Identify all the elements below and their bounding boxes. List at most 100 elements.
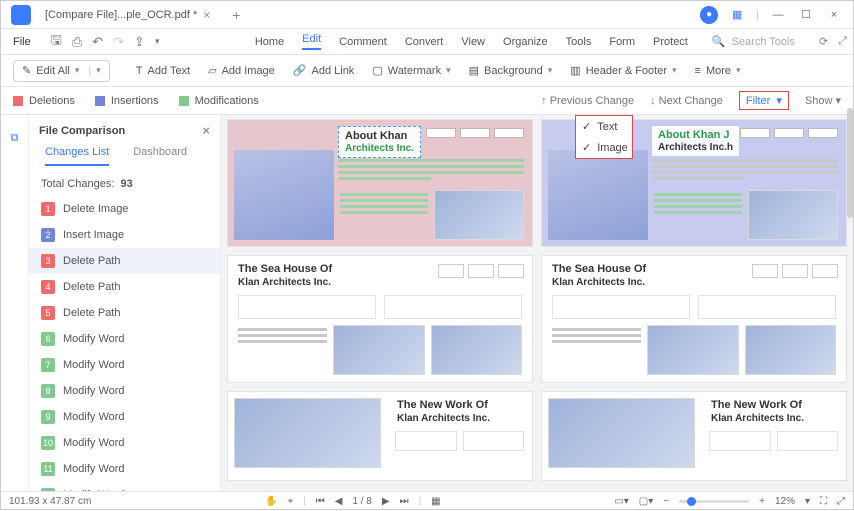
previous-change-button[interactable]: ↑ Previous Change — [541, 95, 634, 107]
header-footer-button[interactable]: ▥ Header & Footer ▾ — [570, 64, 676, 77]
zoom-slider[interactable] — [679, 500, 749, 503]
next-change-button[interactable]: ↓ Next Change — [650, 95, 723, 107]
change-item[interactable]: 9Modify Word — [29, 404, 220, 430]
add-image-button[interactable]: ▱ Add Image — [208, 64, 275, 77]
page-thumbnail[interactable]: The New Work OfKlan Architects Inc. — [227, 391, 533, 481]
share-icon[interactable]: ⇪ — [134, 34, 145, 50]
view-mode-icon[interactable]: ▦ — [431, 496, 440, 507]
sidebar-scrollbar[interactable] — [847, 90, 853, 490]
background-button[interactable]: ▤ Background ▾ — [469, 64, 553, 77]
tab-view[interactable]: View — [461, 36, 485, 48]
cloud-icon[interactable]: ⟳ — [819, 35, 828, 48]
filter-dropdown[interactable]: Filter▾ — [739, 91, 789, 110]
redo-icon[interactable]: ↷ — [113, 34, 124, 50]
page-indicator[interactable]: 1 / 8 — [352, 496, 371, 507]
more-button[interactable]: ≡ More ▾ — [695, 65, 741, 77]
change-item[interactable]: 12Modify Word — [29, 482, 220, 491]
tab-convert[interactable]: Convert — [405, 36, 444, 48]
change-item[interactable]: 7Modify Word — [29, 352, 220, 378]
page-subtitle: Klan Architects Inc. — [397, 413, 490, 424]
watermark-button[interactable]: ▢ Watermark ▾ — [372, 64, 450, 77]
preview-pane[interactable]: ✓Text ✓Image About Khan Architects Inc. — [221, 115, 853, 491]
page-thumbnail[interactable]: The Sea House OfKlan Architects Inc. — [227, 255, 533, 383]
save-icon[interactable]: 🖫 — [51, 31, 62, 53]
page-thumbnail[interactable]: The New Work OfKlan Architects Inc. — [541, 391, 847, 481]
close-window-button[interactable]: × — [825, 6, 843, 24]
page-thumbnail[interactable]: About Khan Architects Inc. — [227, 119, 533, 247]
compare-panel-icon[interactable]: ⧉ — [6, 129, 24, 147]
change-item[interactable]: 2Insert Image — [29, 222, 220, 248]
tab-form[interactable]: Form — [609, 36, 635, 48]
zoom-out-icon[interactable]: − — [663, 496, 669, 507]
fullscreen-icon[interactable]: ⤢ — [837, 496, 845, 507]
change-number-badge: 2 — [41, 228, 55, 242]
fit-page-icon[interactable]: ▢▾ — [639, 496, 653, 507]
tab-dashboard[interactable]: Dashboard — [133, 146, 187, 166]
print-icon[interactable]: ⎙ — [72, 34, 82, 50]
change-number-badge: 3 — [41, 254, 55, 268]
change-item[interactable]: 1Delete Image — [29, 196, 220, 222]
next-page-icon[interactable]: ▶ — [382, 496, 390, 507]
change-item-label: Delete Image — [63, 203, 128, 215]
tab-changes-list[interactable]: Changes List — [45, 146, 109, 166]
document-tab[interactable]: [Compare File]...ple_OCR.pdf * × — [37, 4, 218, 26]
gift-icon[interactable]: ▦ — [728, 6, 746, 24]
new-tab-button[interactable]: + — [226, 7, 246, 23]
page-subtitle: Klan Architects Inc. — [238, 277, 331, 288]
change-item-label: Delete Path — [63, 307, 120, 319]
add-link-button[interactable]: 🔗 Add Link — [293, 64, 355, 77]
edit-all-button[interactable]: ✎ Edit All ▾ | ▾ — [13, 60, 110, 82]
undo-icon[interactable]: ↶ — [92, 34, 103, 50]
change-item[interactable]: 3Delete Path — [29, 248, 220, 274]
change-item[interactable]: 8Modify Word — [29, 378, 220, 404]
edit-all-label: Edit All — [36, 65, 70, 77]
close-panel-icon[interactable]: × — [202, 123, 210, 138]
sidebar: File Comparison × Changes List Dashboard… — [29, 115, 221, 491]
zoom-value[interactable]: 12% — [775, 496, 795, 507]
prev-page-icon[interactable]: ◀ — [335, 496, 343, 507]
file-menu[interactable]: File — [7, 36, 37, 48]
maximize-button[interactable]: ☐ — [797, 6, 815, 24]
page-thumbnail[interactable]: The Sea House OfKlan Architects Inc. — [541, 255, 847, 383]
chevron-down-icon[interactable]: ▾ — [805, 496, 810, 507]
first-page-icon[interactable]: ⏮ — [316, 496, 325, 507]
add-image-label: Add Image — [222, 65, 275, 77]
tab-home[interactable]: Home — [255, 36, 284, 48]
close-tab-icon[interactable]: × — [203, 8, 210, 22]
check-icon: ✓ — [582, 120, 591, 133]
chevron-down-icon: ▾ — [736, 65, 741, 76]
expand-icon[interactable]: ⤢ — [838, 35, 847, 48]
user-avatar[interactable]: ● — [700, 6, 718, 24]
total-changes-value: 93 — [121, 178, 133, 190]
tab-comment[interactable]: Comment — [339, 36, 387, 48]
filter-option-image[interactable]: ✓Image — [576, 137, 632, 158]
change-item[interactable]: 6Modify Word — [29, 326, 220, 352]
watermark-icon: ▢ — [372, 64, 382, 77]
legend-insertions: Insertions — [95, 95, 159, 107]
search-tools[interactable]: 🔍 Search Tools — [712, 35, 795, 48]
changes-list[interactable]: 1Delete Image2Insert Image3Delete Path4D… — [29, 196, 220, 491]
add-text-button[interactable]: T Add Text — [136, 65, 190, 77]
show-dropdown[interactable]: Show ▾ — [805, 94, 841, 107]
change-item[interactable]: 5Delete Path — [29, 300, 220, 326]
tab-tools[interactable]: Tools — [566, 36, 592, 48]
zoom-in-icon[interactable]: + — [759, 496, 765, 507]
cursor-coords: 101.93 x 47.87 cm — [9, 496, 91, 507]
chevron-down-icon[interactable]: ▾ — [96, 65, 101, 76]
change-item[interactable]: 4Delete Path — [29, 274, 220, 300]
tab-edit[interactable]: Edit — [302, 33, 321, 50]
reading-mode-icon[interactable]: ⛶ — [820, 496, 827, 507]
add-text-label: Add Text — [148, 65, 191, 77]
tab-protect[interactable]: Protect — [653, 36, 688, 48]
change-item[interactable]: 10Modify Word — [29, 430, 220, 456]
page-subtitle: Klan Architects Inc. — [711, 413, 804, 424]
fit-width-icon[interactable]: ▭▾ — [614, 496, 628, 507]
minimize-button[interactable]: — — [769, 6, 787, 24]
tab-organize[interactable]: Organize — [503, 36, 548, 48]
qat-caret-icon[interactable]: ▾ — [155, 36, 160, 47]
change-item[interactable]: 11Modify Word — [29, 456, 220, 482]
last-page-icon[interactable]: ⏭ — [400, 496, 409, 507]
select-tool-icon[interactable]: ⌖ — [287, 496, 293, 507]
filter-option-text[interactable]: ✓Text — [576, 116, 632, 137]
hand-tool-icon[interactable]: ✋ — [265, 496, 277, 507]
